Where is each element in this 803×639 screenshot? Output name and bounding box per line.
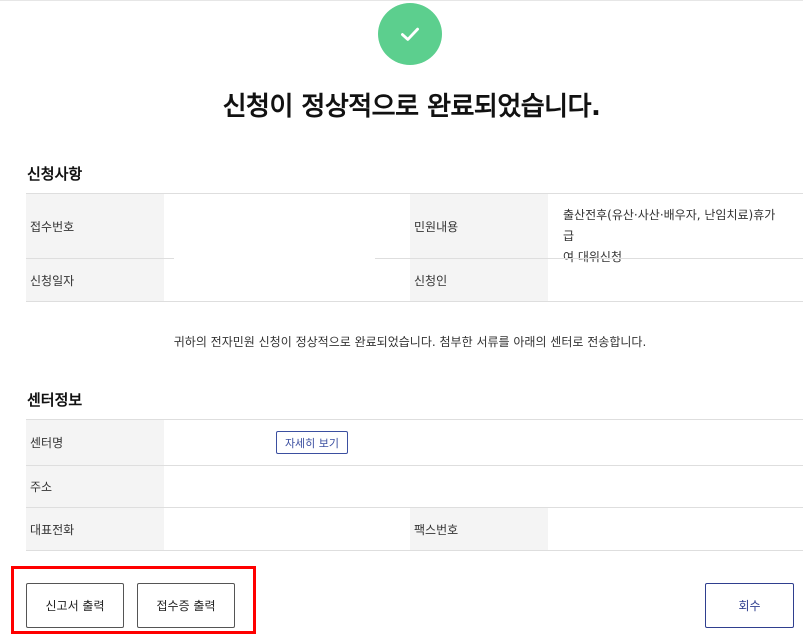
print-report-button[interactable]: 신고서 출력 (26, 583, 124, 628)
table-bottom-border (26, 301, 803, 302)
phone-label: 대표전화 (26, 508, 164, 550)
content-label: 민원내용 (410, 194, 548, 258)
content-label-text: 민원내용 (414, 219, 459, 234)
address-label-text: 주소 (30, 480, 53, 494)
receipt-number-label: 접수번호 (26, 194, 164, 258)
completion-notice: 귀하의 전자민원 신청이 정상적으로 완료되었습니다. 첨부한 서류를 아래의 … (173, 335, 647, 349)
center-name-label-text: 센터명 (30, 436, 64, 450)
fax-label: 팩스번호 (410, 508, 548, 550)
withdraw-button[interactable]: 회수 (705, 583, 794, 628)
success-check-icon (378, 3, 442, 65)
date-label: 신청일자 (26, 259, 164, 301)
content-value-line1: 출산전후(유산·사산·배우자, 난임치료)휴가 급 (563, 208, 776, 243)
phone-label-text: 대표전화 (30, 522, 75, 537)
applicant-label-text: 신청인 (414, 273, 448, 288)
address-label: 주소 (26, 466, 164, 507)
print-receipt-button[interactable]: 접수증 출력 (137, 583, 235, 628)
center-detail-button[interactable]: 자세히 보기 (276, 431, 348, 454)
applicant-label: 신청인 (410, 259, 548, 301)
top-divider (0, 0, 803, 1)
application-section-title: 신청사항 (27, 165, 83, 183)
fax-label-text: 팩스번호 (414, 522, 459, 537)
center-name-label: 센터명 (26, 420, 164, 465)
date-label-text: 신청일자 (30, 273, 75, 288)
center-section-title: 센터정보 (27, 391, 83, 409)
center-table-bottom-border (26, 550, 803, 551)
receipt-number-label-text: 접수번호 (30, 219, 75, 234)
page-title: 신청이 정상적으로 완료되었습니다. (222, 92, 601, 122)
